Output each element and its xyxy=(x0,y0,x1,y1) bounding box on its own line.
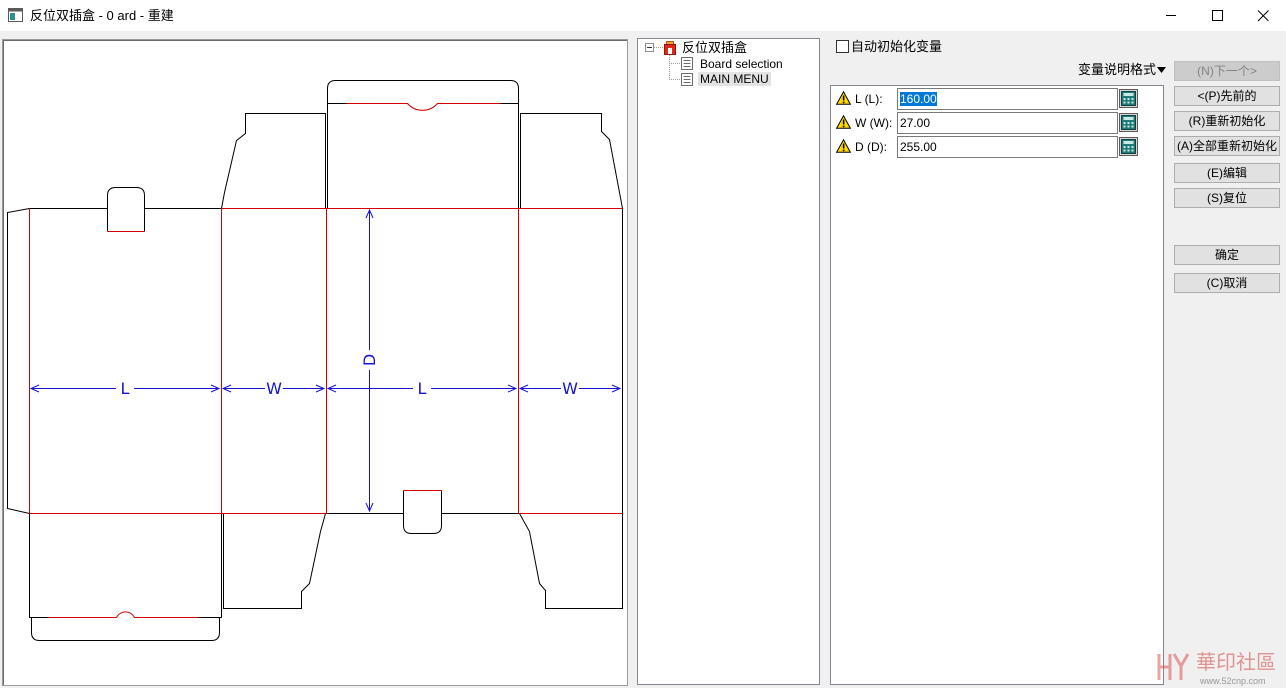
bottom-lock-tab-outline xyxy=(403,490,442,534)
cancel-button[interactable]: (C)取消 xyxy=(1174,273,1280,293)
top-dust-flap-left-outline xyxy=(221,113,326,209)
tree-connector xyxy=(654,47,663,48)
calculator-icon[interactable] xyxy=(1119,137,1138,156)
variable-value-l: 160.00 xyxy=(900,92,937,106)
variable-input-d[interactable]: 255.00 xyxy=(897,136,1118,158)
watermark-site: www.52cnp.com xyxy=(1200,676,1266,686)
variable-label-l: L (L): xyxy=(855,92,883,106)
dimension-label-panel-1: L xyxy=(121,379,130,398)
variable-format-label: 变量说明格式 xyxy=(1078,62,1157,77)
bottom-dust-flap-left-outline xyxy=(223,513,326,609)
box-dieline-drawing: L W L W D xyxy=(7,80,623,641)
close-icon xyxy=(1257,10,1269,22)
maximize-button[interactable] xyxy=(1194,0,1240,31)
top-tuck-flap-outline xyxy=(327,80,519,209)
tree-connector xyxy=(669,55,670,80)
bottom-tuck-fold-line xyxy=(48,611,199,618)
minimize-icon xyxy=(1166,15,1176,16)
title-bar[interactable]: 反位双插盒 - 0 ard - 重建 xyxy=(0,0,1286,31)
template-tree[interactable]: 反位双插盒 Board selection MAIN MENU xyxy=(637,38,820,685)
warning-icon xyxy=(836,115,851,129)
ok-button[interactable]: 确定 xyxy=(1174,245,1280,265)
app-window-icon xyxy=(8,8,23,22)
tree-connector xyxy=(669,63,680,64)
variable-value-d: 255.00 xyxy=(900,140,937,154)
reinitialize-button[interactable]: (R)重新初始化 xyxy=(1174,111,1280,131)
tree-item-main-menu[interactable]: MAIN MENU xyxy=(698,72,771,86)
tree-connector xyxy=(669,79,680,80)
previous-button[interactable]: <(P)先前的 xyxy=(1174,86,1280,106)
next-button[interactable]: (N)下一个> xyxy=(1174,61,1280,81)
close-button[interactable] xyxy=(1240,0,1286,31)
variable-row: L (L): 160.00 xyxy=(831,86,1163,110)
tree-item-board-selection[interactable]: Board selection xyxy=(698,57,785,71)
top-lock-tab-outline xyxy=(107,187,145,232)
preview-canvas: L W L W D xyxy=(2,39,628,686)
variable-input-w[interactable]: 27.00 xyxy=(897,112,1118,134)
bottom-dust-flap-right-outline xyxy=(519,513,623,609)
variable-label-w: W (W): xyxy=(855,116,893,130)
variable-format-dropdown[interactable]: 变量说明格式 xyxy=(1076,61,1168,79)
top-tuck-fold-line xyxy=(346,103,501,111)
watermark-name: 華印社區 xyxy=(1196,650,1276,674)
variable-input-l[interactable]: 160.00 xyxy=(897,88,1118,110)
triangle-down-icon xyxy=(1157,67,1166,73)
variable-row: D (D): 255.00 xyxy=(831,134,1163,158)
minimize-button[interactable] xyxy=(1148,0,1194,31)
maximize-icon xyxy=(1212,10,1223,21)
edit-button[interactable]: (E)编辑 xyxy=(1174,163,1280,183)
glue-flap-outline xyxy=(7,208,30,514)
dimension-label-panel-3: L xyxy=(418,379,427,398)
calculator-icon[interactable] xyxy=(1119,113,1138,132)
auto-init-checkbox[interactable] xyxy=(836,40,849,53)
variable-value-w: 27.00 xyxy=(900,116,931,130)
reset-button[interactable]: (S)复位 xyxy=(1174,188,1280,208)
tree-root-label[interactable]: 反位双插盒 xyxy=(682,40,747,55)
calculator-icon[interactable] xyxy=(1119,89,1138,108)
document-icon xyxy=(681,73,693,86)
tree-collapse-toggle[interactable] xyxy=(645,43,654,52)
auto-init-label[interactable]: 自动初始化变量 xyxy=(851,39,942,54)
dimension-label-panel-4: W xyxy=(562,379,578,398)
warning-icon xyxy=(836,139,851,153)
window-title: 反位双插盒 - 0 ard - 重建 xyxy=(30,8,174,23)
dimension-label-panel-2: W xyxy=(266,379,282,398)
document-icon xyxy=(681,57,693,70)
variable-row: W (W): 27.00 xyxy=(831,110,1163,134)
variable-label-d: D (D): xyxy=(855,140,887,154)
dimension-label-depth: D xyxy=(360,354,379,366)
bottom-tuck-flap-outline xyxy=(29,513,222,641)
top-dust-flap-right-outline xyxy=(520,113,623,209)
box-template-icon xyxy=(664,41,676,55)
reinitialize-all-button[interactable]: (A)全部重新初始化 xyxy=(1174,136,1280,156)
warning-icon xyxy=(836,91,851,105)
variables-panel: L (L): 160.00 W (W): 27.00 D (D): 255.00 xyxy=(830,85,1164,685)
